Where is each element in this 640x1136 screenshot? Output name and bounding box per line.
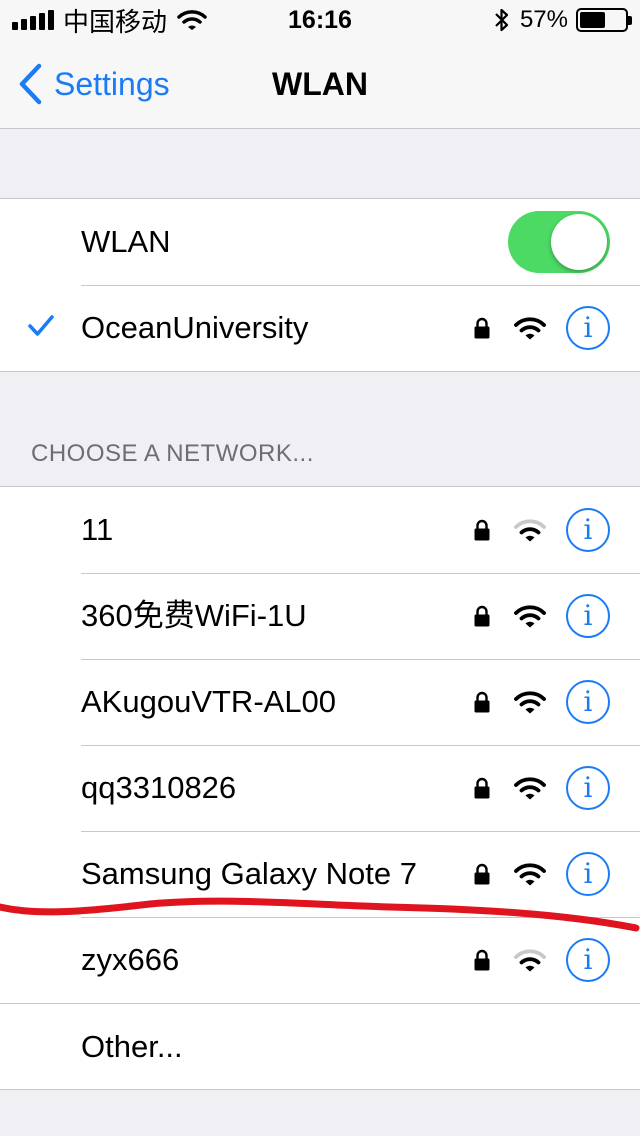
info-button[interactable]: i [566, 680, 610, 724]
other-network-row[interactable]: Other... [0, 1003, 640, 1089]
wifi-signal-icon [514, 691, 546, 714]
info-button[interactable]: i [566, 938, 610, 982]
network-icons: i [474, 573, 610, 659]
wifi-signal-icon [514, 605, 546, 628]
info-button[interactable]: i [566, 594, 610, 638]
network-icons: i [474, 285, 610, 371]
lock-icon [474, 777, 490, 799]
network-row[interactable]: AKugouVTR-AL00 i [0, 659, 640, 745]
wlan-toggle[interactable] [508, 211, 610, 273]
info-button[interactable]: i [566, 766, 610, 810]
network-name: Samsung Galaxy Note 7 [81, 856, 418, 891]
page-title: WLAN [272, 66, 368, 102]
network-icons: i [474, 831, 610, 917]
other-label: Other... [81, 1029, 183, 1064]
network-icons: i [474, 487, 610, 573]
network-name: qq3310826 [81, 770, 237, 805]
network-icons: i [474, 917, 610, 1003]
lock-icon [474, 863, 490, 885]
info-button[interactable]: i [566, 852, 610, 896]
network-name: zyx666 [81, 942, 180, 977]
wifi-signal-icon [514, 949, 546, 972]
status-bar: 中国移动 16:16 57% [0, 0, 640, 40]
network-name: 360免费WiFi-1U [81, 598, 307, 633]
network-list: 11 i 360免费WiFi-1U i AKugouVTR-AL00 i qq3310826… [0, 487, 640, 1003]
connected-network-row[interactable]: OceanUniversity i [0, 285, 640, 371]
wifi-signal-icon [514, 519, 546, 542]
lock-icon [474, 605, 490, 627]
network-row[interactable]: Samsung Galaxy Note 7 i [0, 831, 640, 917]
network-name: AKugouVTR-AL00 [81, 684, 337, 719]
checkmark-icon [28, 315, 54, 336]
network-row[interactable]: qq3310826 i [0, 745, 640, 831]
network-name: OceanUniversity [81, 310, 309, 345]
lock-icon [474, 519, 490, 541]
network-row[interactable]: 360免费WiFi-1U i [0, 573, 640, 659]
wlan-group: WLAN OceanUniversity i [0, 198, 640, 372]
info-button[interactable]: i [566, 508, 610, 552]
section-header: CHOOSE A NETWORK... [31, 440, 314, 467]
lock-icon [474, 949, 490, 971]
wifi-signal-icon [514, 317, 546, 340]
battery-percent: 57% [519, 6, 568, 33]
network-icons: i [474, 745, 610, 831]
status-right: 57% [494, 6, 632, 34]
toggle-knob [551, 214, 607, 270]
lock-icon [474, 317, 490, 339]
battery-level [580, 12, 606, 28]
wlan-toggle-row: WLAN [0, 199, 640, 285]
network-name: 11 [81, 512, 114, 547]
wifi-signal-icon [514, 777, 546, 800]
wlan-label: WLAN [81, 224, 171, 259]
bluetooth-icon [495, 8, 509, 32]
battery-icon [576, 8, 632, 32]
nav-bar: Settings WLAN [0, 40, 640, 129]
info-button[interactable]: i [566, 306, 610, 350]
network-icons: i [474, 659, 610, 745]
networks-group: 11 i 360免费WiFi-1U i AKugouVTR-AL00 i qq3310826… [0, 486, 640, 1090]
wifi-signal-icon [514, 863, 546, 886]
network-row[interactable]: 11 i [0, 487, 640, 573]
network-row[interactable]: zyx666 i [0, 917, 640, 1003]
lock-icon [474, 691, 490, 713]
